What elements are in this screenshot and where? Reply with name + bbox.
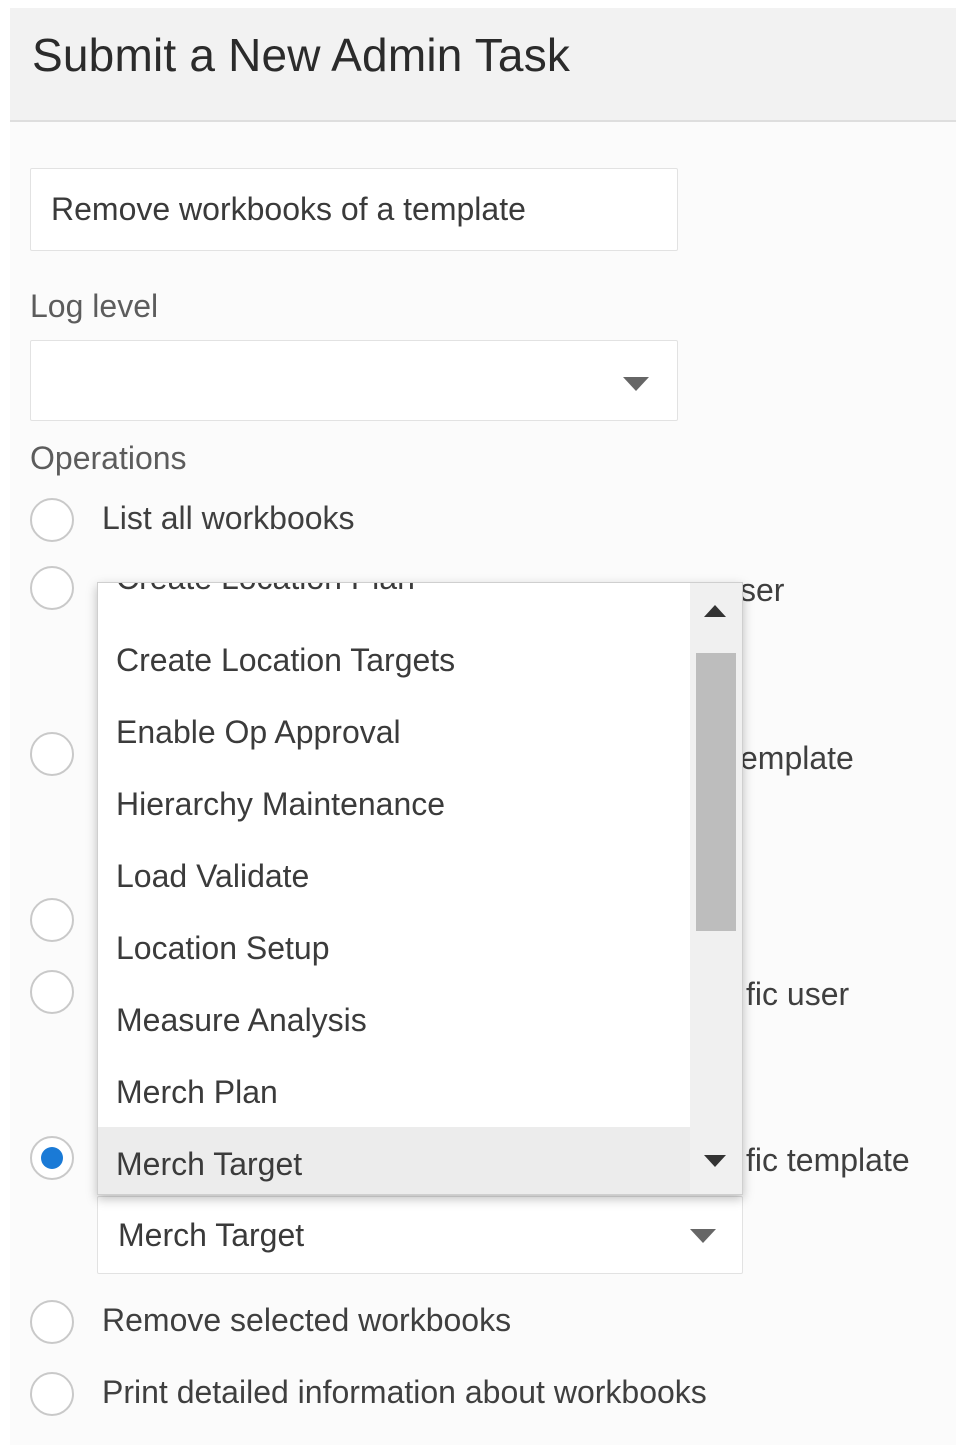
dropdown-option[interactable]: Load Validate: [98, 845, 690, 907]
radio-button[interactable]: [30, 566, 74, 610]
scroll-up-arrow-icon[interactable]: [704, 605, 726, 617]
log-level-select[interactable]: [30, 340, 678, 421]
radio-button[interactable]: [30, 732, 74, 776]
panel-header: Submit a New Admin Task: [10, 8, 956, 122]
operation-label-fragment: fic user: [746, 976, 850, 1012]
chevron-down-icon: [623, 377, 649, 391]
scroll-down-arrow-icon[interactable]: [704, 1155, 726, 1167]
radio-button[interactable]: [30, 898, 74, 942]
operation-label-fragment: fic template: [746, 1142, 910, 1178]
template-select[interactable]: Merch Target: [97, 1196, 743, 1274]
dropdown-option[interactable]: Hierarchy Maintenance: [98, 773, 690, 835]
radio-button[interactable]: [30, 1300, 74, 1344]
operation-label-fragment: ser: [740, 572, 785, 608]
dropdown-option[interactable]: Create Location Plan: [98, 583, 690, 609]
scrollbar-thumb[interactable]: [696, 653, 736, 931]
radio-button[interactable]: [30, 970, 74, 1014]
radio-button-selected[interactable]: [30, 1136, 74, 1180]
log-level-label: Log level: [30, 288, 159, 324]
template-dropdown-list[interactable]: Create Location Plan Create Location Tar…: [97, 582, 743, 1195]
operation-label: List all workbooks: [102, 500, 355, 536]
task-name-value: Remove workbooks of a template: [51, 191, 526, 227]
dropdown-option[interactable]: Merch Plan: [98, 1061, 690, 1123]
dropdown-scrollbar[interactable]: [690, 583, 742, 1194]
operations-label: Operations: [30, 440, 187, 476]
radio-button[interactable]: [30, 1372, 74, 1416]
task-name-field[interactable]: Remove workbooks of a template: [30, 168, 678, 251]
operation-label: Remove selected workbooks: [102, 1302, 512, 1338]
template-select-value: Merch Target: [118, 1217, 305, 1253]
page-title: Submit a New Admin Task: [32, 29, 571, 81]
dropdown-option[interactable]: Measure Analysis: [98, 989, 690, 1051]
dropdown-option-highlighted[interactable]: Merch Target: [98, 1127, 690, 1194]
operation-label-fragment: emplate: [740, 740, 854, 776]
dropdown-option[interactable]: Location Setup: [98, 917, 690, 979]
dropdown-option[interactable]: Create Location Targets: [98, 629, 690, 691]
dropdown-option[interactable]: Enable Op Approval: [98, 701, 690, 763]
radio-button[interactable]: [30, 498, 74, 542]
dropdown-options: Create Location Plan Create Location Tar…: [98, 583, 690, 1194]
chevron-down-icon: [690, 1229, 716, 1243]
operation-label: Print detailed information about workboo…: [102, 1374, 707, 1410]
